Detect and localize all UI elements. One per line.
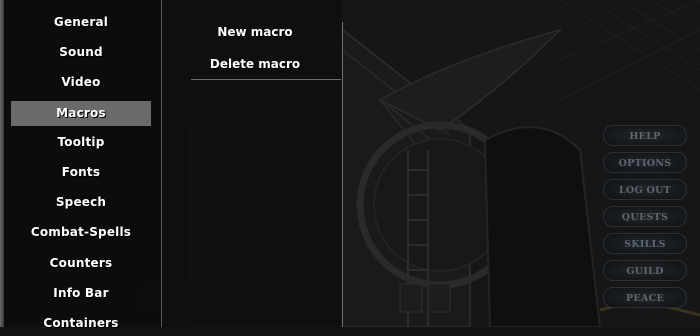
peace-button[interactable]: PEACE [603, 287, 687, 308]
options-sidebar: General Sound Video Macros Tooltip Fonts… [0, 0, 162, 330]
options-button[interactable]: OPTIONS [603, 152, 687, 173]
sidebar-item-video[interactable]: Video [11, 70, 151, 95]
new-macro-button[interactable]: New macro [180, 21, 330, 43]
sidebar-item-combat-spells[interactable]: Combat-Spells [11, 220, 151, 245]
sidebar-item-sound[interactable]: Sound [11, 40, 151, 65]
sidebar-item-tooltip[interactable]: Tooltip [11, 130, 151, 155]
skills-button[interactable]: SKILLS [603, 233, 687, 254]
sidebar-item-general[interactable]: General [11, 10, 151, 35]
sidebar-item-containers[interactable]: Containers [11, 311, 151, 336]
sidebar-item-speech[interactable]: Speech [11, 190, 151, 215]
sidebar-item-info-bar[interactable]: Info Bar [11, 281, 151, 306]
macro-list-divider [191, 79, 341, 80]
guild-button[interactable]: GUILD [603, 260, 687, 281]
macros-panel [162, 0, 342, 327]
sidebar-item-fonts[interactable]: Fonts [11, 160, 151, 185]
quests-button[interactable]: QUESTS [603, 206, 687, 227]
delete-macro-button[interactable]: Delete macro [180, 53, 330, 75]
sidebar-frame-border [0, 0, 4, 327]
log-out-button[interactable]: LOG OUT [603, 179, 687, 200]
panel-vertical-divider [342, 22, 343, 327]
sidebar-item-counters[interactable]: Counters [11, 251, 151, 276]
sidebar-item-macros[interactable]: Macros [11, 101, 151, 126]
help-button[interactable]: HELP [603, 125, 687, 146]
